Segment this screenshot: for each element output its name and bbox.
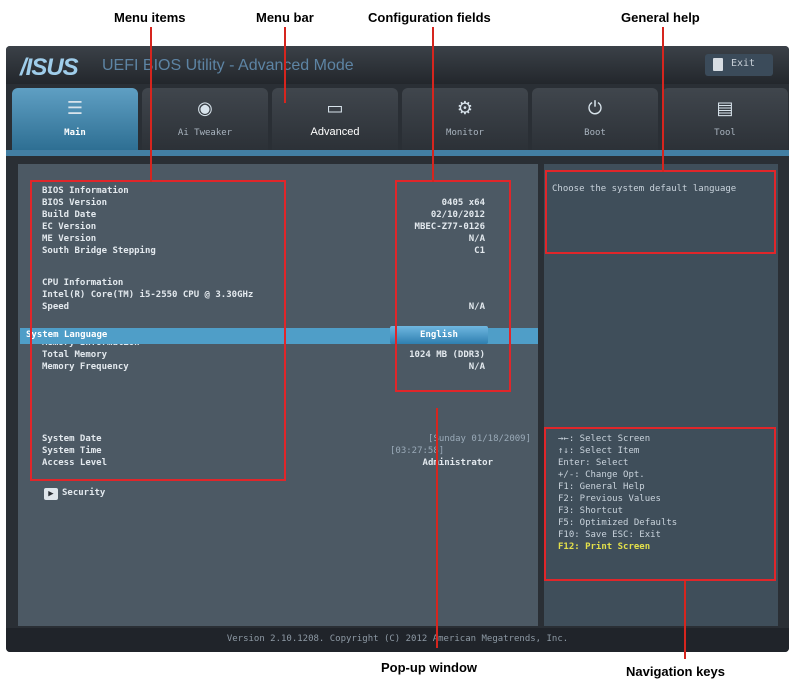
list-icon: ☰ (66, 98, 84, 119)
tab-label: Advanced (310, 126, 360, 138)
menu-bar: ☰ Main ◉ Ai Tweaker ▭ Advanced ⚙ Monitor… (6, 88, 789, 150)
copyright-text: Version 2.10.1208. Copyright (C) 2012 Am… (226, 634, 569, 644)
access-level-value: Administrator (422, 458, 493, 468)
tab-label: Tool (714, 128, 736, 138)
tab-monitor[interactable]: ⚙ Monitor (402, 88, 528, 150)
caption-general-help: General help (621, 10, 700, 25)
leader-line-navigation-keys (684, 581, 686, 659)
monitor-icon: ⚙ (456, 98, 474, 119)
system-date-field[interactable]: [Sunday 01/18/2009] (428, 434, 531, 444)
tab-main[interactable]: ☰ Main (12, 88, 138, 150)
exit-label: Exit (731, 58, 756, 69)
tweaker-icon: ◉ (197, 98, 213, 119)
tab-label: Monitor (446, 128, 484, 138)
caption-popup-window: Pop-up window (381, 660, 478, 675)
caption-menu-items: Menu items (114, 10, 186, 25)
printer-icon: ▤ (716, 98, 734, 119)
caption-config-fields: Configuration fields (368, 10, 491, 25)
tab-label: Ai Tweaker (177, 128, 233, 138)
tab-advanced[interactable]: ▭ Advanced (272, 88, 398, 150)
tab-label: Boot (584, 128, 606, 138)
tab-boot[interactable]: ⏻ Boot (532, 88, 658, 150)
leader-line-menu-bar (284, 27, 286, 103)
exit-button[interactable]: Exit (705, 54, 773, 76)
caption-menu-bar: Menu bar (256, 10, 314, 25)
tab-label: Main (64, 128, 86, 138)
caption-navigation-keys: Navigation keys (626, 664, 725, 679)
leader-line-general-help (662, 27, 664, 172)
submenu-arrow-icon: ▶ (44, 488, 58, 500)
leader-line-menu-items (150, 27, 152, 182)
annotation-box-general-help (545, 170, 776, 254)
leader-line-popup-window (436, 408, 438, 648)
tab-ai-tweaker[interactable]: ◉ Ai Tweaker (142, 88, 268, 150)
tab-strip (6, 150, 789, 156)
annotation-box-navigation-keys (544, 427, 776, 581)
exit-door-icon (713, 58, 723, 71)
power-icon: ⏻ (587, 98, 603, 119)
tab-tool[interactable]: ▤ Tool (662, 88, 788, 150)
annotation-box-config-fields (395, 180, 511, 392)
leader-line-config-fields (432, 27, 434, 182)
security-label: Security (62, 488, 106, 498)
annotation-box-menu-items (30, 180, 286, 481)
asus-logo: /ISUS (20, 54, 79, 81)
window-title: UEFI BIOS Utility - Advanced Mode (102, 57, 354, 74)
title-bar: /ISUS UEFI BIOS Utility - Advanced Mode … (6, 46, 789, 84)
footer-bar: Version 2.10.1208. Copyright (C) 2012 Am… (6, 628, 789, 652)
advanced-icon: ▭ (326, 98, 344, 119)
